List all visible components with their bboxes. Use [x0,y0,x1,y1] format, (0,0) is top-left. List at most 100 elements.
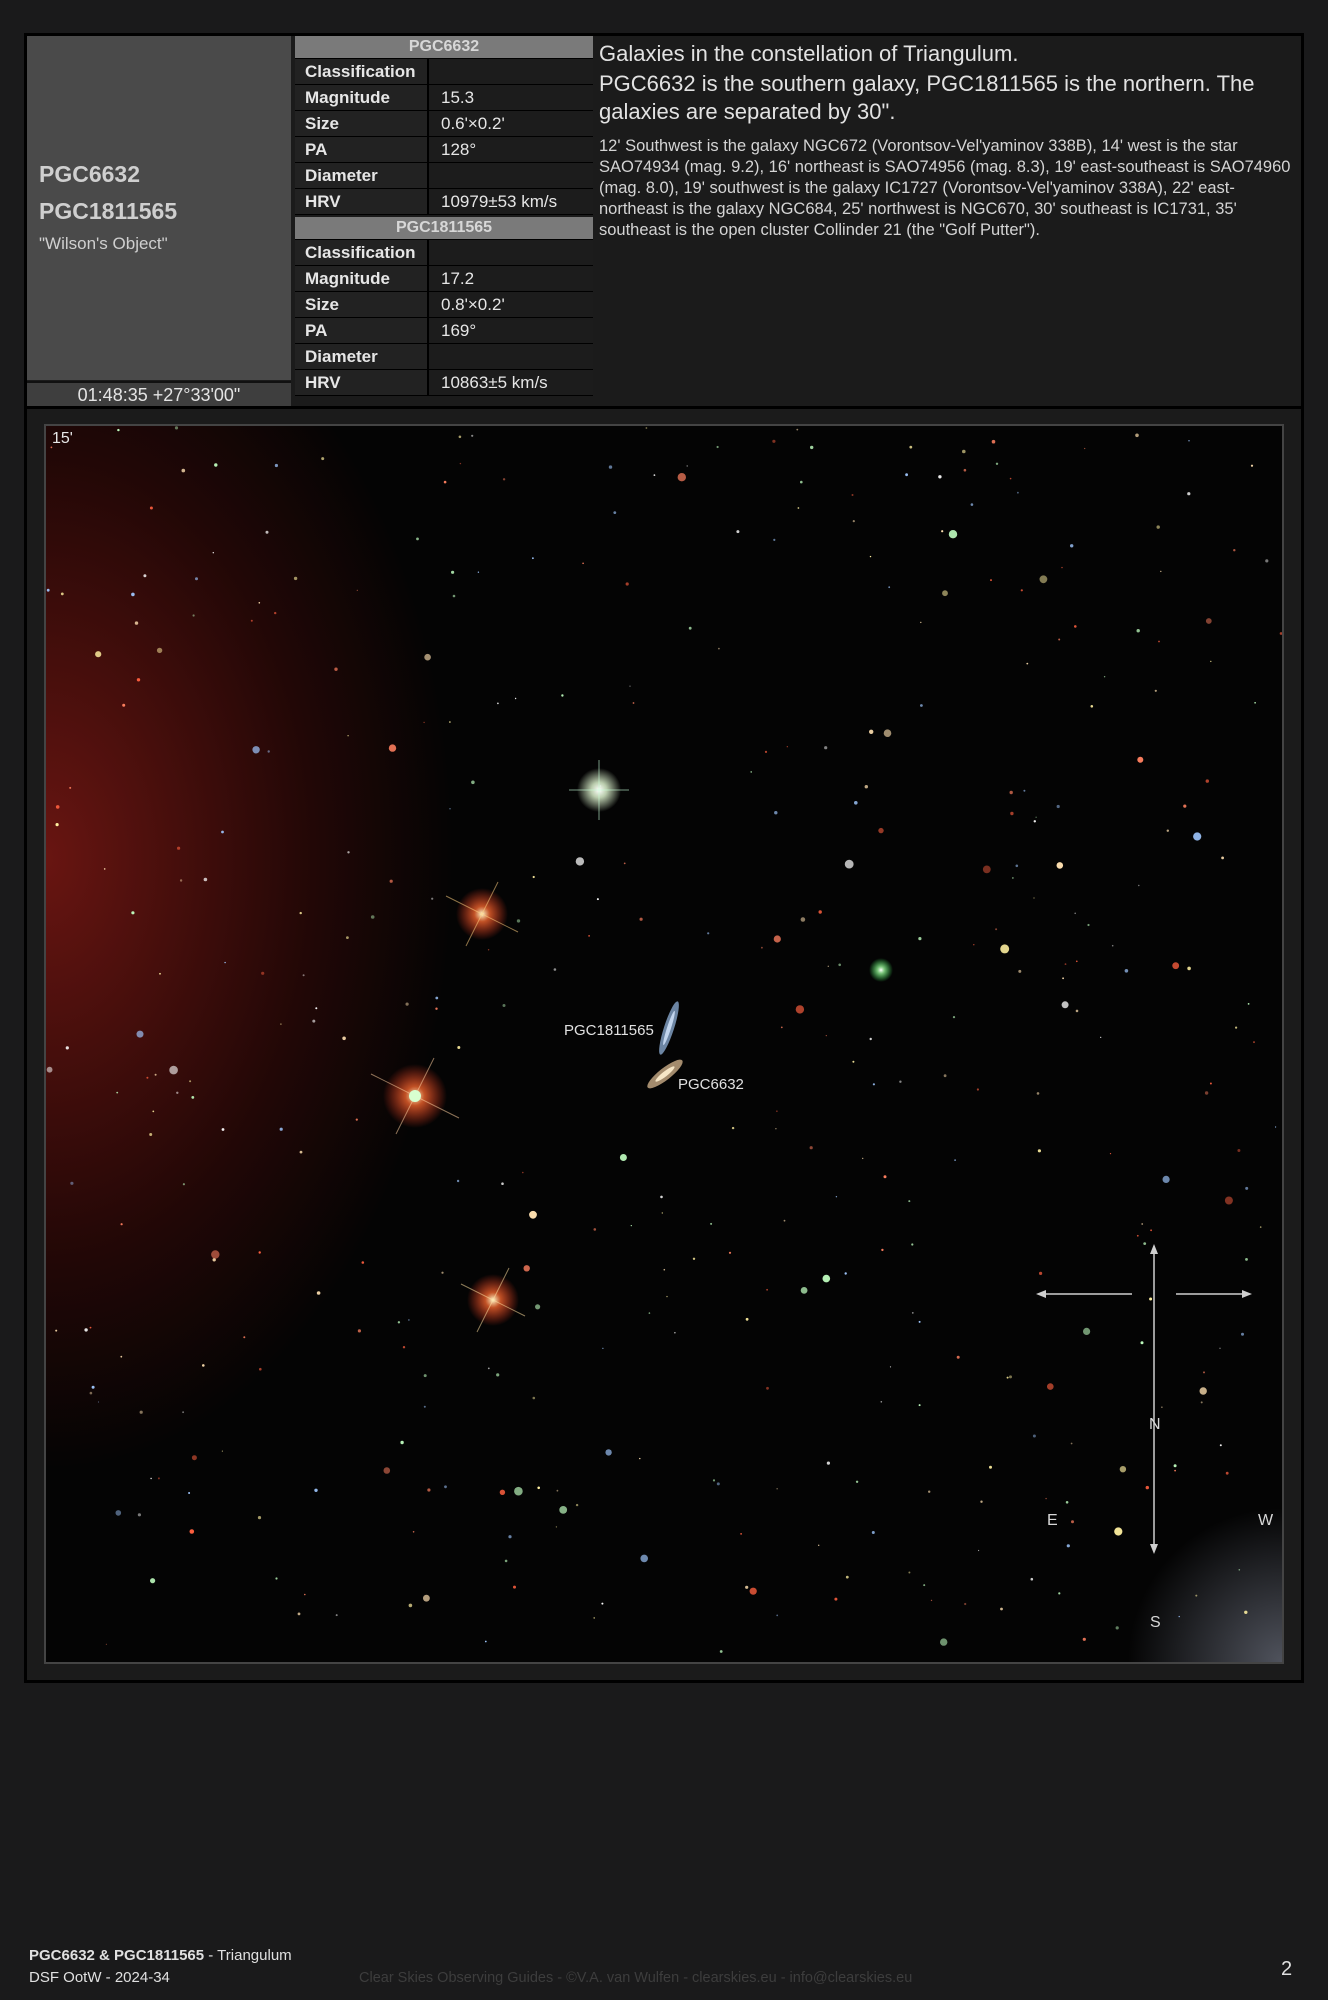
star [150,1477,152,1480]
star [661,1212,663,1214]
star [1162,1175,1170,1183]
star [989,1465,992,1469]
table-pgc6632: PGC6632 Classification Magnitude 15.3 Siz… [295,36,593,215]
object-name-secondary: PGC1811565 [39,198,178,224]
star [605,1449,612,1456]
star [800,1287,808,1294]
row-value: 10863±5 km/s [429,370,593,395]
star [851,494,854,496]
star [1253,1041,1255,1044]
star [1254,702,1256,704]
star [361,1261,365,1264]
star [1109,1153,1112,1155]
star [312,1019,316,1023]
star [424,653,431,661]
star [1033,820,1036,823]
star [845,1575,849,1579]
star [1135,433,1139,438]
star [408,1319,410,1321]
star [1136,1234,1139,1237]
star [559,1506,568,1514]
star [427,1488,431,1492]
star [105,1643,107,1645]
table-row: Magnitude 17.2 [295,266,593,292]
star [1000,944,1010,954]
star [660,1195,663,1199]
star [666,1295,668,1298]
star [1119,1466,1127,1473]
star [1205,618,1212,624]
star [221,1450,223,1452]
star [154,1073,157,1076]
star [639,917,643,921]
star [920,621,922,624]
star [1124,969,1129,973]
star [772,439,776,443]
star [423,1594,430,1602]
star [1056,862,1064,869]
compass-north-label: N [1149,1416,1161,1433]
star [356,589,358,591]
star [844,1272,847,1275]
star [149,1133,153,1136]
star [1033,897,1035,899]
row-value [429,344,593,369]
star [872,1083,876,1086]
star [1087,923,1090,927]
star [1114,1527,1123,1536]
star [212,552,214,554]
star [761,946,763,949]
bright-star [569,760,629,820]
star [824,746,828,750]
star [522,1171,524,1174]
star [869,1037,872,1041]
star [1187,966,1191,971]
star [976,1088,980,1091]
star-field-drawing [46,426,1282,1653]
star [103,868,106,870]
star [1238,1569,1241,1571]
row-value: 0.8'×0.2' [429,292,593,317]
star [797,507,800,509]
star [1111,944,1114,947]
star [1178,1615,1180,1618]
star [930,1599,933,1602]
star [608,465,613,469]
star [1138,884,1140,887]
star [346,936,349,939]
star [553,968,557,971]
star [663,1268,666,1271]
star [728,1251,732,1254]
star [1062,977,1064,980]
star [1149,1297,1153,1301]
star [388,744,397,752]
star [1036,1092,1040,1095]
star [1061,566,1063,569]
star [214,463,218,467]
star [502,1004,506,1007]
star [1009,477,1012,480]
star [152,1110,155,1113]
star [347,851,350,854]
bright-star [445,881,519,947]
star [149,506,153,510]
star [1039,1271,1043,1275]
star [883,729,892,737]
compass-rose [1036,1244,1252,1554]
star [852,1060,855,1063]
star [1158,640,1160,643]
star [321,457,325,461]
star [502,478,506,481]
star [314,1488,318,1493]
star [1084,447,1086,450]
star [211,1250,220,1259]
star [575,1503,579,1507]
row-key: Size [295,111,429,136]
row-value: 169° [429,318,593,343]
star [740,1533,742,1535]
star [1017,491,1019,494]
star [731,1126,735,1130]
star [122,703,126,707]
star [1020,589,1023,592]
star [783,1219,786,1222]
